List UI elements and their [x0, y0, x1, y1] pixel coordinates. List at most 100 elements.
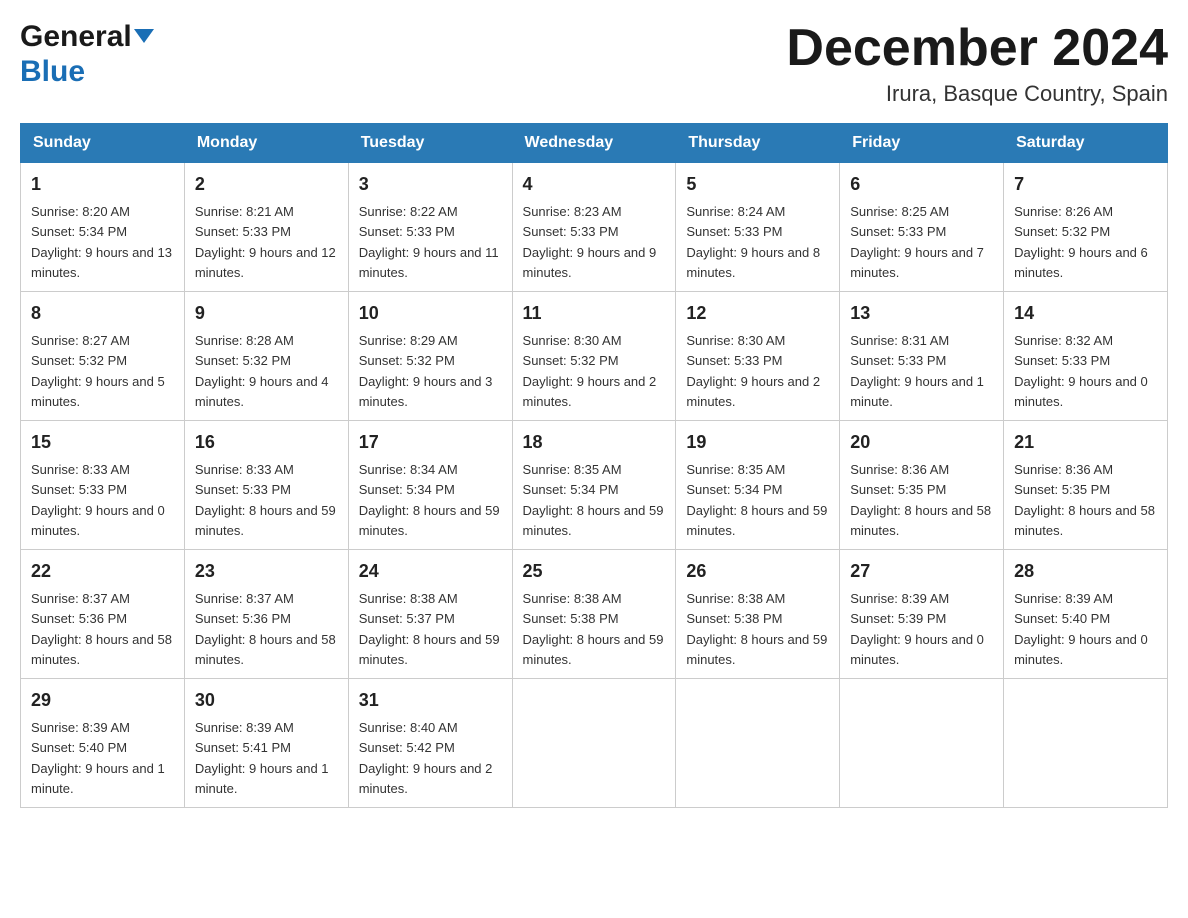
day-number: 30 — [195, 687, 338, 714]
day-number: 15 — [31, 429, 174, 456]
calendar-cell: 9 Sunrise: 8:28 AMSunset: 5:32 PMDaylight… — [184, 292, 348, 421]
day-number: 21 — [1014, 429, 1157, 456]
day-info: Sunrise: 8:30 AMSunset: 5:33 PMDaylight:… — [686, 333, 820, 409]
day-info: Sunrise: 8:23 AMSunset: 5:33 PMDaylight:… — [523, 204, 657, 280]
day-number: 26 — [686, 558, 829, 585]
day-info: Sunrise: 8:40 AMSunset: 5:42 PMDaylight:… — [359, 720, 493, 796]
header-monday: Monday — [184, 124, 348, 163]
page-header: General Blue December 2024 Irura, Basque… — [20, 20, 1168, 107]
day-info: Sunrise: 8:33 AMSunset: 5:33 PMDaylight:… — [31, 462, 165, 538]
calendar-cell: 24 Sunrise: 8:38 AMSunset: 5:37 PMDayligh… — [348, 550, 512, 679]
calendar-cell: 13 Sunrise: 8:31 AMSunset: 5:33 PMDayligh… — [840, 292, 1004, 421]
day-number: 20 — [850, 429, 993, 456]
calendar-cell — [1004, 679, 1168, 808]
day-info: Sunrise: 8:38 AMSunset: 5:38 PMDaylight:… — [686, 591, 827, 667]
calendar-cell: 12 Sunrise: 8:30 AMSunset: 5:33 PMDayligh… — [676, 292, 840, 421]
day-info: Sunrise: 8:39 AMSunset: 5:41 PMDaylight:… — [195, 720, 329, 796]
day-number: 31 — [359, 687, 502, 714]
day-info: Sunrise: 8:21 AMSunset: 5:33 PMDaylight:… — [195, 204, 336, 280]
calendar-cell: 19 Sunrise: 8:35 AMSunset: 5:34 PMDayligh… — [676, 421, 840, 550]
day-info: Sunrise: 8:35 AMSunset: 5:34 PMDaylight:… — [686, 462, 827, 538]
day-number: 18 — [523, 429, 666, 456]
title-area: December 2024 Irura, Basque Country, Spa… — [786, 20, 1168, 107]
day-info: Sunrise: 8:27 AMSunset: 5:32 PMDaylight:… — [31, 333, 165, 409]
day-number: 27 — [850, 558, 993, 585]
header-thursday: Thursday — [676, 124, 840, 163]
day-info: Sunrise: 8:36 AMSunset: 5:35 PMDaylight:… — [850, 462, 991, 538]
calendar-cell: 22Sunrise: 8:37 AMSunset: 5:36 PMDayligh… — [21, 550, 185, 679]
calendar-cell: 20 Sunrise: 8:36 AMSunset: 5:35 PMDayligh… — [840, 421, 1004, 550]
calendar-cell: 26 Sunrise: 8:38 AMSunset: 5:38 PMDayligh… — [676, 550, 840, 679]
day-number: 3 — [359, 171, 502, 198]
calendar-cell: 2 Sunrise: 8:21 AMSunset: 5:33 PMDaylight… — [184, 163, 348, 292]
day-number: 12 — [686, 300, 829, 327]
day-number: 23 — [195, 558, 338, 585]
day-number: 11 — [523, 300, 666, 327]
calendar-cell: 14Sunrise: 8:32 AMSunset: 5:33 PMDayligh… — [1004, 292, 1168, 421]
logo: General Blue — [20, 20, 154, 88]
calendar-table: SundayMondayTuesdayWednesdayThursdayFrid… — [20, 123, 1168, 808]
calendar-week-2: 8 Sunrise: 8:27 AMSunset: 5:32 PMDaylight… — [21, 292, 1168, 421]
day-number: 2 — [195, 171, 338, 198]
calendar-cell: 15 Sunrise: 8:33 AMSunset: 5:33 PMDayligh… — [21, 421, 185, 550]
day-number: 4 — [523, 171, 666, 198]
day-info: Sunrise: 8:38 AMSunset: 5:37 PMDaylight:… — [359, 591, 500, 667]
calendar-cell: 1 Sunrise: 8:20 AMSunset: 5:34 PMDaylight… — [21, 163, 185, 292]
day-number: 7 — [1014, 171, 1157, 198]
day-number: 16 — [195, 429, 338, 456]
day-info: Sunrise: 8:24 AMSunset: 5:33 PMDaylight:… — [686, 204, 820, 280]
day-info: Sunrise: 8:25 AMSunset: 5:33 PMDaylight:… — [850, 204, 984, 280]
calendar-header-row: SundayMondayTuesdayWednesdayThursdayFrid… — [21, 124, 1168, 163]
day-info: Sunrise: 8:33 AMSunset: 5:33 PMDaylight:… — [195, 462, 336, 538]
calendar-cell: 6Sunrise: 8:25 AMSunset: 5:33 PMDaylight… — [840, 163, 1004, 292]
calendar-cell: 23Sunrise: 8:37 AMSunset: 5:36 PMDayligh… — [184, 550, 348, 679]
calendar-week-3: 15 Sunrise: 8:33 AMSunset: 5:33 PMDayligh… — [21, 421, 1168, 550]
day-info: Sunrise: 8:31 AMSunset: 5:33 PMDaylight:… — [850, 333, 984, 409]
header-tuesday: Tuesday — [348, 124, 512, 163]
calendar-cell: 28 Sunrise: 8:39 AMSunset: 5:40 PMDayligh… — [1004, 550, 1168, 679]
calendar-cell — [676, 679, 840, 808]
calendar-cell — [512, 679, 676, 808]
day-number: 14 — [1014, 300, 1157, 327]
day-number: 24 — [359, 558, 502, 585]
calendar-cell: 10Sunrise: 8:29 AMSunset: 5:32 PMDayligh… — [348, 292, 512, 421]
calendar-cell: 25Sunrise: 8:38 AMSunset: 5:38 PMDayligh… — [512, 550, 676, 679]
header-saturday: Saturday — [1004, 124, 1168, 163]
calendar-cell: 27Sunrise: 8:39 AMSunset: 5:39 PMDayligh… — [840, 550, 1004, 679]
day-number: 1 — [31, 171, 174, 198]
logo-arrow-icon — [134, 29, 154, 43]
day-info: Sunrise: 8:22 AMSunset: 5:33 PMDaylight:… — [359, 204, 499, 280]
calendar-week-1: 1 Sunrise: 8:20 AMSunset: 5:34 PMDaylight… — [21, 163, 1168, 292]
calendar-week-5: 29Sunrise: 8:39 AMSunset: 5:40 PMDayligh… — [21, 679, 1168, 808]
calendar-cell: 11Sunrise: 8:30 AMSunset: 5:32 PMDayligh… — [512, 292, 676, 421]
day-number: 19 — [686, 429, 829, 456]
calendar-week-4: 22Sunrise: 8:37 AMSunset: 5:36 PMDayligh… — [21, 550, 1168, 679]
logo-blue-text: Blue — [20, 55, 85, 88]
calendar-cell: 16 Sunrise: 8:33 AMSunset: 5:33 PMDayligh… — [184, 421, 348, 550]
calendar-cell: 4 Sunrise: 8:23 AMSunset: 5:33 PMDaylight… — [512, 163, 676, 292]
day-number: 8 — [31, 300, 174, 327]
location-label: Irura, Basque Country, Spain — [786, 81, 1168, 107]
calendar-cell: 17Sunrise: 8:34 AMSunset: 5:34 PMDayligh… — [348, 421, 512, 550]
calendar-cell: 29Sunrise: 8:39 AMSunset: 5:40 PMDayligh… — [21, 679, 185, 808]
month-title: December 2024 — [786, 20, 1168, 77]
calendar-cell: 21 Sunrise: 8:36 AMSunset: 5:35 PMDayligh… — [1004, 421, 1168, 550]
day-info: Sunrise: 8:20 AMSunset: 5:34 PMDaylight:… — [31, 204, 172, 280]
day-number: 9 — [195, 300, 338, 327]
calendar-cell: 31 Sunrise: 8:40 AMSunset: 5:42 PMDayligh… — [348, 679, 512, 808]
day-number: 13 — [850, 300, 993, 327]
calendar-cell — [840, 679, 1004, 808]
day-number: 5 — [686, 171, 829, 198]
header-wednesday: Wednesday — [512, 124, 676, 163]
day-number: 10 — [359, 300, 502, 327]
day-info: Sunrise: 8:39 AMSunset: 5:40 PMDaylight:… — [1014, 591, 1148, 667]
day-info: Sunrise: 8:38 AMSunset: 5:38 PMDaylight:… — [523, 591, 664, 667]
day-number: 22 — [31, 558, 174, 585]
calendar-cell: 3 Sunrise: 8:22 AMSunset: 5:33 PMDaylight… — [348, 163, 512, 292]
day-info: Sunrise: 8:36 AMSunset: 5:35 PMDaylight:… — [1014, 462, 1155, 538]
header-friday: Friday — [840, 124, 1004, 163]
day-info: Sunrise: 8:28 AMSunset: 5:32 PMDaylight:… — [195, 333, 329, 409]
logo-general-text: General — [20, 20, 132, 53]
day-number: 28 — [1014, 558, 1157, 585]
day-number: 29 — [31, 687, 174, 714]
